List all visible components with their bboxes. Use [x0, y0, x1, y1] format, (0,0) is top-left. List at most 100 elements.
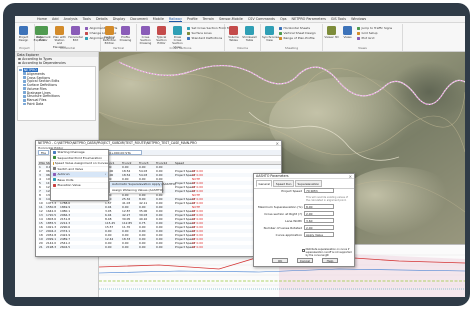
ribbon-small-button[interactable]: Surface Lines [187, 31, 212, 35]
ribbon-button[interactable]: Alignment Editor [36, 26, 51, 42]
distribute-checkbox[interactable]: Distribute superelevation on curve if su… [302, 248, 354, 257]
small-tool-icon [357, 31, 360, 35]
param-field: Project Speed 70 KM/h [258, 188, 352, 193]
ribbon-small-label: Grid Setup [361, 31, 378, 35]
menu-item-label: Elevation Value [57, 183, 81, 188]
tree-node[interactable]: Point Data [19, 102, 94, 106]
ribbon-button[interactable]: Synchronise View [262, 26, 279, 42]
column-header[interactable]: Tcurv2 [122, 161, 139, 165]
param-input[interactable]: 8.00 [304, 204, 334, 209]
ribbon-group: Synchronise View Horizontal Sheets Vertica… [261, 24, 323, 51]
folder-icon [23, 76, 26, 79]
ribbon-small-label: Jump to Traffic Signs [361, 26, 393, 30]
submenu-item-label: Assign Widening Values (AASHTO) [112, 187, 164, 192]
table-cell[interactable]: 0.00 [122, 245, 139, 249]
menu-item[interactable]: Details [96, 17, 108, 21]
ribbon-button[interactable]: Profile Drawing [118, 26, 133, 42]
column-header[interactable]: Tcurv12 [156, 161, 175, 165]
cancel-button[interactable]: Cancel [297, 258, 313, 263]
menu-item[interactable]: Home [37, 17, 47, 21]
ribbon-small-button[interactable]: Vertical Sheet Design [279, 31, 316, 35]
menu-item[interactable]: Ops [280, 17, 287, 21]
menu-item[interactable]: Railway [168, 17, 183, 22]
ribbon-small-button[interactable]: Plot Grid [357, 36, 374, 40]
menu-item[interactable]: CSV Commands [248, 17, 275, 21]
ribbon-small-button[interactable]: Grid Setup [357, 31, 377, 35]
param-field: Maximum Superelevation (%) 8.00 [258, 204, 352, 209]
menu-item[interactable]: Windows [351, 17, 366, 21]
menu-item[interactable]: Elevation Value [51, 183, 108, 189]
submenu-item[interactable]: Assign Widening Values (AASHTO) [110, 187, 164, 193]
table-cell[interactable]: Project Speed [175, 173, 195, 177]
ribbon-group-name: Sheeting [284, 46, 299, 50]
table-cell[interactable]: Project Speed [175, 201, 195, 205]
table-cell[interactable]: Project Speed [175, 189, 195, 193]
menu-item[interactable]: Analysis [64, 17, 78, 21]
column-header[interactable]: Tcurv3 [139, 161, 156, 165]
param-label: Project Speed [281, 188, 302, 193]
table-cell[interactable]: 2198.3 [46, 245, 60, 249]
menu-item[interactable]: GIS Tools [331, 17, 346, 21]
tab-general[interactable]: General [256, 180, 273, 187]
close-icon[interactable]: × [349, 174, 352, 179]
param-input[interactable]: 2.00 [304, 225, 334, 230]
menu-item-label: Switch and Valve [57, 166, 84, 171]
param-input[interactable]: 3.60 [304, 218, 334, 223]
param-input[interactable]: 70 KM/h [304, 188, 334, 193]
tab-speed-run[interactable]: Speed Run [273, 180, 294, 187]
ribbon-button[interactable]: Volume Tables [226, 26, 241, 42]
small-tool-icon [187, 31, 190, 35]
tab-superelevation[interactable]: Superelevation [294, 180, 322, 187]
close-icon[interactable]: × [276, 141, 279, 146]
ribbon-button[interactable]: Vertical Definition Edition [102, 26, 117, 46]
table-cell[interactable]: 0.00 [105, 245, 122, 249]
param-titlebar[interactable]: AASHTO Parameters × [254, 174, 354, 179]
file-menu-button[interactable]: File [38, 150, 50, 155]
ribbon-button[interactable]: Views [340, 26, 355, 39]
column-header[interactable]: P.No [38, 161, 46, 165]
menu-item[interactable]: Display [113, 17, 126, 21]
table-cell[interactable]: 0.00 [156, 245, 175, 249]
menu-item[interactable]: Profile [187, 17, 198, 21]
ribbon-button[interactable]: Project Design [16, 26, 31, 42]
table-cell[interactable]: 0.00 [139, 245, 156, 249]
param-input[interactable]: 2.00 [304, 211, 334, 216]
ribbon-button[interactable]: Shrinkwell Table [242, 26, 257, 42]
checkbox-icon[interactable] [302, 249, 305, 252]
table-cell[interactable]: Project Speed [175, 245, 195, 249]
ribbon-button[interactable]: Viewer 3D [324, 26, 339, 39]
ribbon-button[interactable]: Typical Section Editor [154, 26, 169, 46]
tool-icon [229, 26, 238, 35]
table-cell[interactable]: ST 0.00 [192, 245, 214, 249]
menu-item[interactable]: Terrain [203, 17, 214, 21]
ribbon-small-button[interactable]: Jump to Traffic Signs [357, 26, 392, 30]
table-cell[interactable]: 2604.5 [60, 245, 74, 249]
ribbon-small-button[interactable]: Horizontal Sheets [279, 26, 310, 30]
param-label: Maximum Superelevation (%) [258, 204, 303, 209]
help-button[interactable]: Help [322, 258, 338, 263]
table-cell[interactable]: 21 [38, 245, 46, 249]
dialog-titlebar[interactable]: NETPRO - C:\NETPRO\NETPRO_DATA\PROJECT_S… [36, 141, 281, 146]
radio-dependencies[interactable]: According to Dependencies [15, 61, 98, 65]
ribbon-button[interactable]: Cross Section Drawing [138, 26, 153, 46]
ribbon-group-name: Volume [236, 46, 249, 50]
param-field: Number of Lanes Rotated 2.00 [258, 225, 352, 230]
param-input[interactable]: Apply Value [304, 232, 334, 237]
ribbon-button-label: Profile Drawing [119, 35, 132, 43]
menu-bar: Home Add Analysis Tools Details Display Docume… [15, 16, 465, 23]
menu-item[interactable]: Document [130, 17, 148, 21]
ribbon-group: Project Design Data Explorer Project [15, 24, 45, 51]
ribbon-small-button[interactable]: Standard Definitions [187, 36, 222, 40]
menu-item[interactable]: Sensor-Mobile [219, 17, 243, 21]
menu-item[interactable]: Add [52, 17, 59, 21]
ribbon-small-button[interactable]: Range of Plan-Profile [279, 36, 315, 40]
menu-item[interactable]: NETPRO Parameters [292, 17, 326, 21]
table-row[interactable]: 21 2198.3 2604.5 0.00 0.00 0.00 0.00 Project Sp… [38, 245, 281, 249]
ok-button[interactable]: OK [272, 258, 288, 263]
ribbon-button[interactable]: Horizontal Edit [68, 26, 83, 42]
column-header[interactable]: Speed [175, 161, 192, 165]
menu-item[interactable]: Mobile [153, 17, 164, 21]
folder-icon [19, 68, 22, 72]
menu-item[interactable]: Tools [83, 17, 91, 21]
dialog-title: NETPRO - C:\NETPRO\NETPRO_DATA\PROJECT_S… [38, 141, 197, 145]
